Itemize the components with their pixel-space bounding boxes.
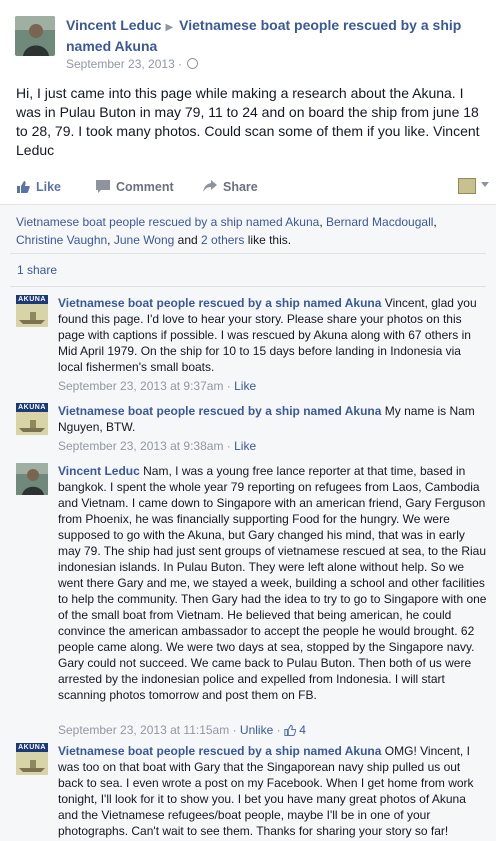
shares-link[interactable]: 1 share — [17, 263, 57, 277]
post-timestamp: September 23, 2013 · — [66, 57, 199, 71]
likes-and: and — [174, 233, 202, 247]
share-button[interactable]: Share — [203, 180, 258, 194]
liker-1[interactable]: Bernard Macdougall — [326, 215, 433, 229]
comment-meta: September 23, 2013 at 9:37am · Like — [58, 379, 257, 393]
action-bar: Like Comment Share — [0, 170, 496, 205]
akuna-logo: AKUNA — [16, 403, 48, 435]
avatar[interactable] — [16, 463, 48, 495]
like-label: Like — [36, 180, 62, 194]
comment-icon — [96, 180, 110, 193]
comment-timestamp[interactable]: September 23, 2013 at 9:38am — [58, 439, 223, 453]
comment-like-button[interactable]: Like — [234, 439, 256, 453]
akuna-logo-text: AKUNA — [16, 743, 48, 752]
globe-icon[interactable] — [187, 58, 199, 69]
comments-section: Vietnamese boat people rescued by a ship… — [0, 205, 496, 841]
arrow-right-icon: ▶ — [165, 22, 174, 33]
comment-meta: September 23, 2013 at 11:15am · Unlike ·… — [58, 723, 306, 737]
akuna-logo-text: AKUNA — [16, 295, 48, 304]
share-arrow-icon — [203, 180, 217, 192]
akuna-logo: AKUNA — [16, 743, 48, 775]
post-title: Vincent Leduc ▶ Vietnamese boat people res… — [66, 16, 486, 56]
share-label: Share — [223, 180, 258, 194]
post-header: Vincent Leduc ▶ Vietnamese boat people res… — [0, 0, 496, 82]
avatar[interactable]: AKUNA — [16, 403, 48, 435]
akuna-logo: AKUNA — [16, 295, 48, 327]
avatar[interactable]: AKUNA — [16, 295, 48, 327]
comment-text: Vietnamese boat people rescued by a ship… — [58, 403, 488, 435]
comment-author[interactable]: Vietnamese boat people rescued by a ship… — [58, 296, 381, 310]
comment-like-count[interactable]: 4 — [299, 723, 306, 737]
post-date[interactable]: September 23, 2013 · — [66, 57, 182, 71]
comment-body: OMG! Vincent, I was too on that boat wit… — [58, 744, 474, 838]
comment-unlike-button[interactable]: Unlike — [240, 723, 273, 737]
likes-sep: , — [433, 215, 437, 229]
likes-sep: , — [107, 233, 114, 247]
comment-author[interactable]: Vietnamese boat people rescued by a ship… — [58, 744, 381, 758]
likes-summary: Vietnamese boat people rescued by a ship… — [16, 213, 486, 249]
liker-3[interactable]: June Wong — [114, 233, 175, 247]
comment-author[interactable]: Vietnamese boat people rescued by a ship… — [58, 404, 381, 418]
author-link[interactable]: Vincent Leduc — [66, 17, 161, 33]
post-as-page-icon[interactable] — [458, 178, 476, 194]
liker-page[interactable]: Vietnamese boat people rescued by a ship… — [16, 215, 319, 229]
divider — [10, 253, 486, 254]
thumbs-up-icon — [284, 724, 296, 736]
like-button[interactable]: Like — [16, 180, 61, 194]
post-text: Hi, I just came into this page while mak… — [16, 85, 480, 158]
avatar-photo — [16, 463, 48, 495]
avatar[interactable] — [15, 16, 55, 56]
thumbs-up-icon — [17, 181, 30, 193]
comment-text: Vietnamese boat people rescued by a ship… — [58, 295, 488, 375]
comment-text: Vietnamese boat people rescued by a ship… — [58, 743, 488, 839]
divider — [10, 286, 486, 287]
comment-timestamp[interactable]: September 23, 2013 at 9:37am — [58, 379, 223, 393]
likers-others-link[interactable]: 2 others — [201, 233, 244, 247]
likes-suffix: like this. — [244, 233, 292, 247]
likes-sep: , — [319, 215, 326, 229]
comment-meta: September 23, 2013 at 9:38am · Like — [58, 439, 257, 453]
comment-author[interactable]: Vincent Leduc — [58, 464, 140, 478]
avatar[interactable]: AKUNA — [16, 743, 48, 775]
comment-body: Nam, I was a young free lance reporter a… — [58, 464, 487, 702]
post-card: Vincent Leduc ▶ Vietnamese boat people res… — [0, 0, 496, 841]
akuna-logo-text: AKUNA — [16, 403, 48, 412]
comment-text: Vincent Leduc Nam, I was a young free la… — [58, 463, 488, 703]
comment-label: Comment — [116, 180, 174, 194]
liker-2[interactable]: Christine Vaughn — [16, 233, 107, 247]
comment-button[interactable]: Comment — [96, 180, 496, 194]
comment-like-button[interactable]: Like — [234, 379, 256, 393]
comment-timestamp[interactable]: September 23, 2013 at 11:15am — [58, 723, 229, 737]
chevron-down-icon[interactable] — [481, 182, 489, 187]
